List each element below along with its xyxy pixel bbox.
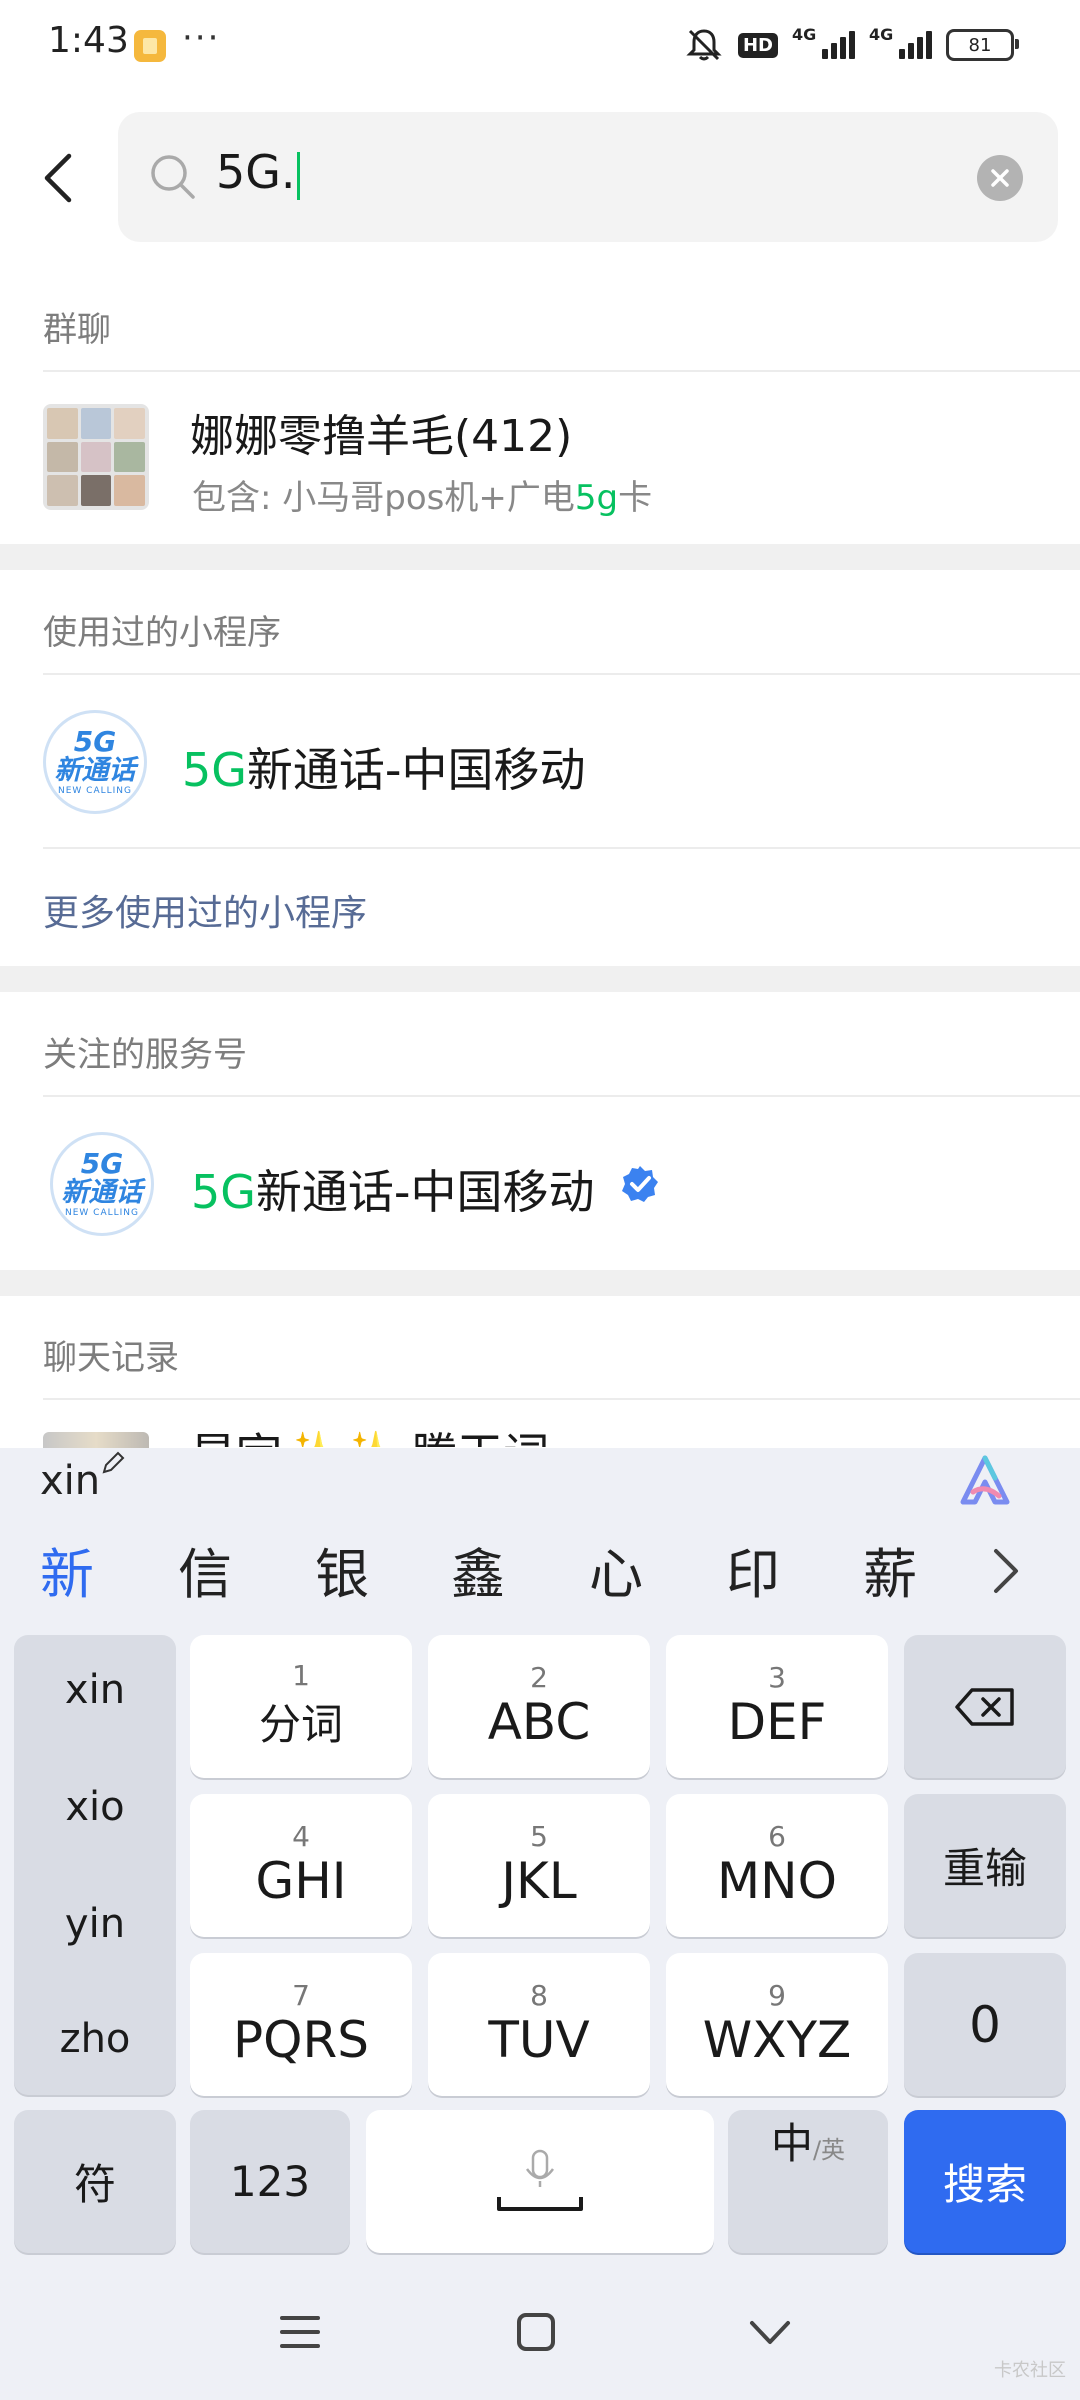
candidate-3[interactable]: 银 xyxy=(315,1530,369,1609)
mini-program-name: 5G新通话-中国移动 xyxy=(182,743,586,797)
space-key[interactable] xyxy=(366,2110,714,2253)
section-title-service-accounts: 关注的服务号 xyxy=(43,1035,247,1075)
backspace-icon xyxy=(955,1687,1014,1726)
key-9[interactable]: 9 WXYZ xyxy=(666,1953,888,2096)
menu-icon[interactable] xyxy=(280,2314,320,2350)
ime-assistant-icon[interactable] xyxy=(955,1452,1015,1512)
divider xyxy=(43,847,1080,849)
section-separator xyxy=(0,966,1080,992)
chevron-down-icon[interactable] xyxy=(748,2318,792,2348)
pinyin-composition: xin xyxy=(40,1458,101,1504)
pencil-icon[interactable] xyxy=(100,1450,126,1476)
clear-search-button[interactable] xyxy=(977,155,1023,201)
search-query: 5G. xyxy=(216,145,296,199)
pinyin-option[interactable]: xin xyxy=(14,1667,176,1713)
section-title-mini-programs: 使用过的小程序 xyxy=(43,613,281,653)
hd-voice-badge: HD xyxy=(737,32,778,58)
candidate-7[interactable]: 薪 xyxy=(863,1530,917,1609)
key-8[interactable]: 8 TUV xyxy=(428,1953,650,2096)
more-mini-programs-link[interactable]: 更多使用过的小程序 xyxy=(43,884,367,936)
key-2[interactable]: 2 ABC xyxy=(428,1635,650,1778)
symbol-key[interactable]: 符 xyxy=(14,2110,176,2253)
status-bar: 1:43 ··· HD 4G 4G 81 xyxy=(0,0,1080,90)
key-1[interactable]: 1 分词 xyxy=(190,1635,412,1778)
more-notifications-icon: ··· xyxy=(182,18,221,58)
divider xyxy=(43,1398,1080,1400)
text-caret xyxy=(296,151,300,200)
candidate-bar: 新 信 银 鑫 心 印 薪 xyxy=(0,1530,1080,1610)
status-indicators: HD 4G 4G 81 xyxy=(684,22,1019,68)
close-icon xyxy=(991,169,1009,187)
verified-badge-icon xyxy=(622,1166,658,1202)
search-input[interactable]: 5G. xyxy=(216,145,300,200)
signal-4g-2: 4G xyxy=(869,25,932,59)
language-switch-key[interactable]: 中 /英 xyxy=(728,2110,888,2253)
key-3[interactable]: 3 DEF xyxy=(666,1635,888,1778)
candidate-2[interactable]: 信 xyxy=(178,1530,232,1609)
section-separator xyxy=(0,544,1080,570)
group-name: 娜娜零撸羊毛(412) xyxy=(190,411,573,462)
key-7[interactable]: 7 PQRS xyxy=(190,1953,412,2096)
search-key[interactable]: 搜索 xyxy=(904,2110,1066,2253)
group-avatar xyxy=(43,404,149,510)
numbers-key[interactable]: 123 xyxy=(190,2110,350,2253)
section-separator xyxy=(0,1270,1080,1296)
section-title-chat-history: 聊天记录 xyxy=(43,1338,179,1378)
section-title-group-chats: 群聊 xyxy=(43,310,111,350)
microphone-space-icon xyxy=(497,2149,583,2211)
watermark: 卡农社区 xyxy=(994,2360,1066,2381)
chat-history-snippet[interactable]: 星宇✨✨ 騰天词 xyxy=(190,1425,549,1447)
candidate-4[interactable]: 鑫 xyxy=(451,1530,505,1609)
status-time: 1:43 xyxy=(48,20,129,61)
backspace-key[interactable] xyxy=(904,1635,1066,1778)
back-button[interactable] xyxy=(30,140,86,216)
home-icon[interactable] xyxy=(516,2312,556,2352)
chevron-left-icon xyxy=(44,153,72,203)
reenter-key[interactable]: 重输 xyxy=(904,1794,1066,1937)
pinyin-option[interactable]: zho xyxy=(14,2016,176,2062)
battery-indicator: 81 xyxy=(946,29,1019,61)
signal-4g-1: 4G xyxy=(792,25,855,59)
notes-app-icon xyxy=(134,30,166,62)
key-5[interactable]: 5 JKL xyxy=(428,1794,650,1937)
pinyin-options-list: xin xio yin zho xyxy=(14,1635,176,2095)
candidate-5[interactable]: 心 xyxy=(589,1530,643,1609)
pinyin-option[interactable]: xio xyxy=(14,1784,176,1830)
5g-new-calling-logo: 5G 新通话 NEW CALLING xyxy=(50,1132,154,1236)
5g-new-calling-logo: 5G 新通话 NEW CALLING xyxy=(43,710,147,814)
candidate-1[interactable]: 新 xyxy=(40,1530,94,1609)
key-4[interactable]: 4 GHI xyxy=(190,1794,412,1937)
pinyin-option[interactable]: yin xyxy=(14,1901,176,1947)
group-match-info: 包含: 小马哥pos机+广电5g卡 xyxy=(192,478,653,518)
chevron-right-icon[interactable] xyxy=(984,1545,1028,1597)
system-nav-bar xyxy=(0,2260,1080,2400)
candidate-6[interactable]: 印 xyxy=(726,1530,780,1609)
zero-key[interactable]: 0 xyxy=(904,1953,1066,2096)
service-account-name: 5G新通话-中国移动 xyxy=(191,1165,595,1219)
key-6[interactable]: 6 MNO xyxy=(666,1794,888,1937)
search-icon xyxy=(151,155,195,199)
mute-bell-icon xyxy=(686,29,722,61)
